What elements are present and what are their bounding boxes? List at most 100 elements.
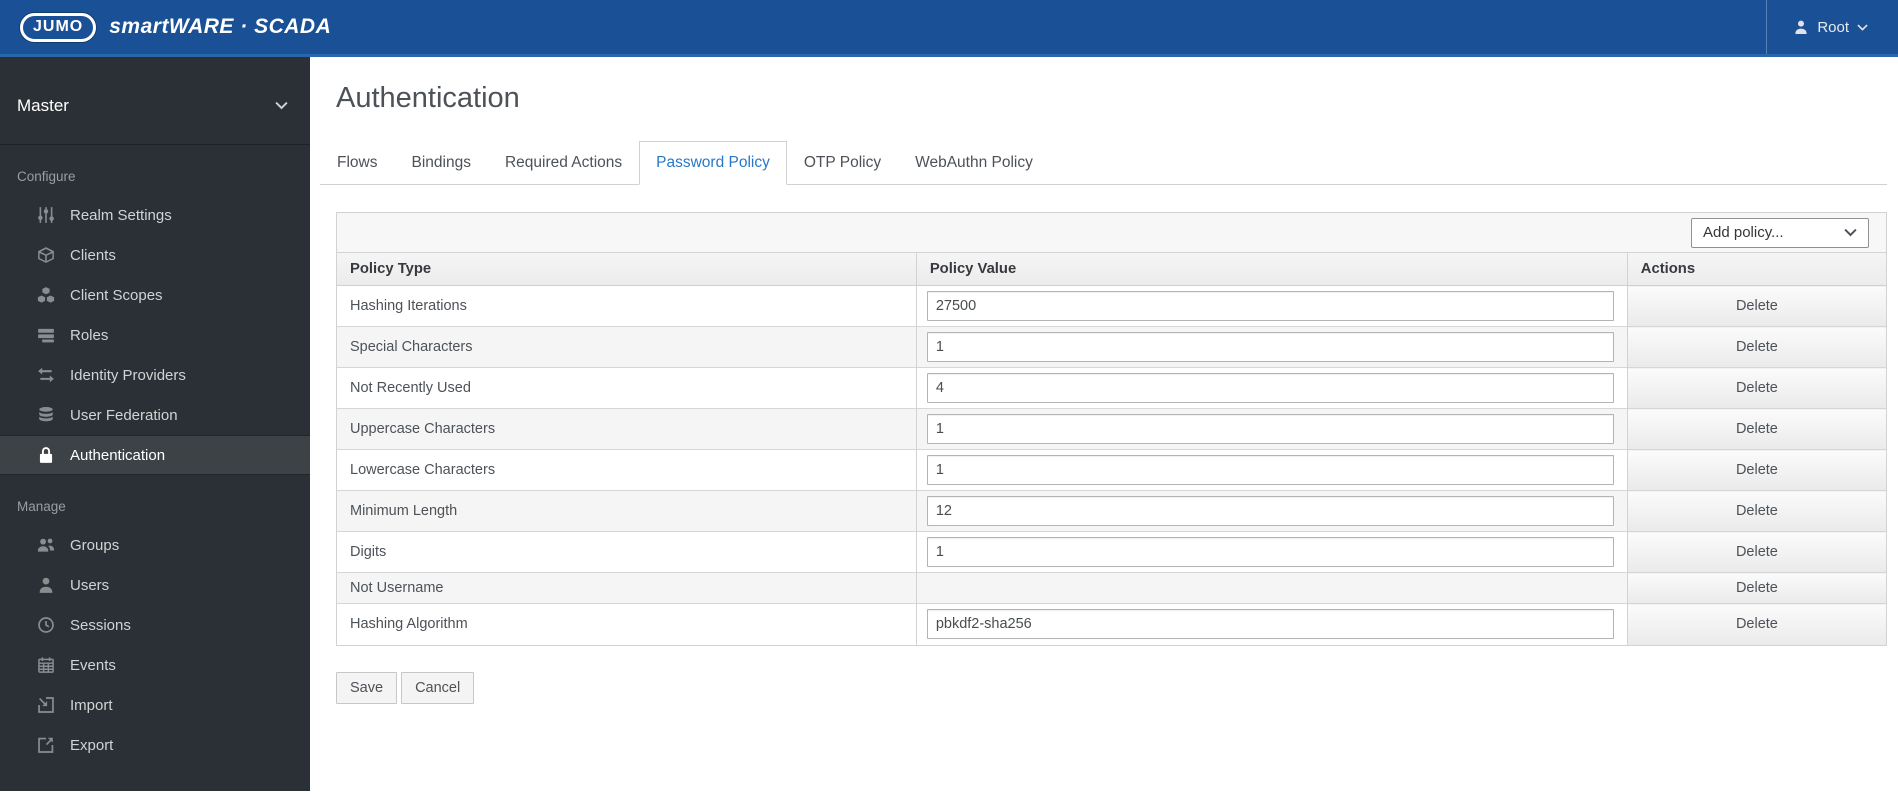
policy-value-cell — [915, 367, 1628, 409]
policy-type-label: Not Username — [350, 580, 444, 596]
column-header-policy-value: Policy Value — [915, 253, 1628, 286]
table-toolbar: Add policy... — [337, 213, 1886, 253]
policy-type-label: Minimum Length — [350, 503, 458, 519]
sidebar-section-label: Configure — [17, 169, 76, 184]
sidebar-item-label: Realm Settings — [70, 206, 172, 224]
jumo-logo-text: JUMO — [33, 17, 84, 35]
delete-button-lowercase-characters[interactable]: Delete — [1626, 449, 1886, 491]
tab-otp-policy[interactable]: OTP Policy — [787, 141, 898, 185]
realm-selector[interactable]: Master — [0, 57, 310, 145]
lock-icon — [37, 446, 55, 464]
policy-value-input-lowercase-characters[interactable] — [926, 455, 1614, 485]
policy-value-cell — [915, 490, 1628, 532]
sidebar-item-import[interactable]: Import — [0, 685, 310, 725]
sidebar-item-label: Export — [70, 736, 114, 754]
cubes-icon — [37, 286, 55, 304]
delete-button-minimum-length[interactable]: Delete — [1626, 490, 1886, 532]
delete-button-not-recently-used[interactable]: Delete — [1626, 367, 1886, 409]
delete-button-hashing-algorithm[interactable]: Delete — [1626, 603, 1886, 645]
delete-button-uppercase-characters[interactable]: Delete — [1626, 408, 1886, 450]
password-policy-table: Policy Type Policy Value Actions Hashing I… — [337, 253, 1886, 645]
sliders-icon — [37, 206, 55, 224]
sidebar-item-authentication[interactable]: Authentication — [0, 435, 310, 475]
delete-button-special-characters[interactable]: Delete — [1626, 326, 1886, 368]
tab-bindings[interactable]: Bindings — [394, 141, 487, 185]
sidebar-item-users[interactable]: Users — [0, 565, 310, 605]
sidebar-section-label: Manage — [17, 499, 66, 514]
policy-type-label: Special Characters — [350, 339, 473, 355]
save-button[interactable]: Save — [336, 671, 398, 704]
sidebar-item-label: Import — [70, 696, 113, 714]
main-content: Authentication Flows Bindings Required Act… — [310, 57, 1898, 791]
add-policy-select[interactable]: Add policy... — [1691, 217, 1869, 248]
policy-value-cell — [915, 572, 1628, 604]
policy-value-input-minimum-length[interactable] — [926, 496, 1614, 526]
form-actions: Save Cancel — [336, 671, 1887, 704]
sidebar-item-identity-providers[interactable]: Identity Providers — [0, 355, 310, 395]
sidebar-item-sessions[interactable]: Sessions — [0, 605, 310, 645]
jumo-logo: JUMO — [20, 12, 97, 42]
delete-button-not-username[interactable]: Delete — [1626, 572, 1886, 604]
sidebar-item-user-federation[interactable]: User Federation — [0, 395, 310, 435]
column-header-actions: Actions — [1626, 253, 1886, 286]
cancel-button[interactable]: Cancel — [401, 671, 475, 704]
sidebar-item-label: Clients — [70, 246, 116, 264]
policy-row-lowercase-characters: Lowercase Characters Delete — [337, 449, 1886, 491]
export-icon — [37, 736, 55, 754]
sidebar-item-realm-settings[interactable]: Realm Settings — [0, 195, 310, 235]
clock-icon — [37, 616, 55, 634]
policy-type-label: Not Recently Used — [350, 380, 471, 396]
sidebar-item-label: User Federation — [70, 406, 178, 424]
policy-value-input-digits[interactable] — [926, 537, 1614, 567]
sidebar-item-label: Users — [70, 576, 110, 594]
policy-row-minimum-length: Minimum Length Delete — [337, 490, 1886, 532]
sidebar-item-label: Sessions — [70, 616, 131, 634]
sidebar: Master Configure Realm Settings Clients Cli… — [0, 57, 310, 791]
sidebar-item-client-scopes[interactable]: Client Scopes — [0, 275, 310, 315]
import-icon — [37, 696, 55, 714]
column-header-policy-type: Policy Type — [337, 253, 917, 286]
policy-row-not-username: Not Username Delete — [337, 572, 1886, 604]
tab-webauthn-policy[interactable]: WebAuthn Policy — [898, 141, 1050, 185]
policy-value-cell — [915, 326, 1628, 368]
policy-value-input-not-recently-used[interactable] — [926, 373, 1614, 403]
user-icon — [37, 576, 55, 594]
tab-required-actions[interactable]: Required Actions — [488, 141, 639, 185]
policy-row-hashing-algorithm: Hashing Algorithm Delete — [337, 603, 1886, 645]
chevron-down-icon — [1844, 226, 1857, 239]
list-icon — [37, 326, 55, 344]
policy-value-cell — [915, 603, 1628, 645]
user-name: Root — [1817, 18, 1849, 36]
brand-title: smartWARE · SCADA — [109, 15, 332, 38]
top-header: JUMO smartWARE · SCADA Root — [0, 0, 1898, 57]
sidebar-item-label: Authentication — [70, 446, 166, 464]
tab-flows[interactable]: Flows — [320, 141, 394, 185]
policy-value-input-hashing-algorithm[interactable] — [926, 609, 1614, 640]
policy-value-input-uppercase-characters[interactable] — [926, 414, 1614, 444]
policy-value-cell — [915, 531, 1628, 573]
sidebar-item-events[interactable]: Events — [0, 645, 310, 685]
policy-value-input-special-characters[interactable] — [926, 332, 1614, 362]
chevron-down-icon — [1857, 22, 1868, 33]
sidebar-item-export[interactable]: Export — [0, 725, 310, 765]
tab-password-policy[interactable]: Password Policy — [639, 141, 787, 185]
policy-row-special-characters: Special Characters Delete — [337, 326, 1886, 368]
sidebar-item-roles[interactable]: Roles — [0, 315, 310, 355]
realm-name: Master — [17, 95, 69, 115]
policy-row-digits: Digits Delete — [337, 531, 1886, 573]
delete-button-hashing-iterations[interactable]: Delete — [1626, 285, 1886, 327]
database-icon — [37, 406, 55, 424]
policy-type-label: Lowercase Characters — [350, 462, 496, 478]
policy-value-cell — [915, 285, 1628, 327]
sidebar-item-label: Client Scopes — [70, 286, 163, 304]
sidebar-item-label: Groups — [70, 536, 120, 554]
sidebar-item-groups[interactable]: Groups — [0, 525, 310, 565]
sidebar-item-clients[interactable]: Clients — [0, 235, 310, 275]
exchange-icon — [37, 366, 55, 384]
delete-button-digits[interactable]: Delete — [1626, 531, 1886, 573]
user-icon — [1793, 19, 1809, 35]
policy-value-input-hashing-iterations[interactable] — [926, 291, 1614, 321]
policy-value-cell — [915, 408, 1628, 450]
user-menu[interactable]: Root — [1766, 0, 1898, 54]
policy-row-hashing-iterations: Hashing Iterations Delete — [337, 285, 1886, 327]
